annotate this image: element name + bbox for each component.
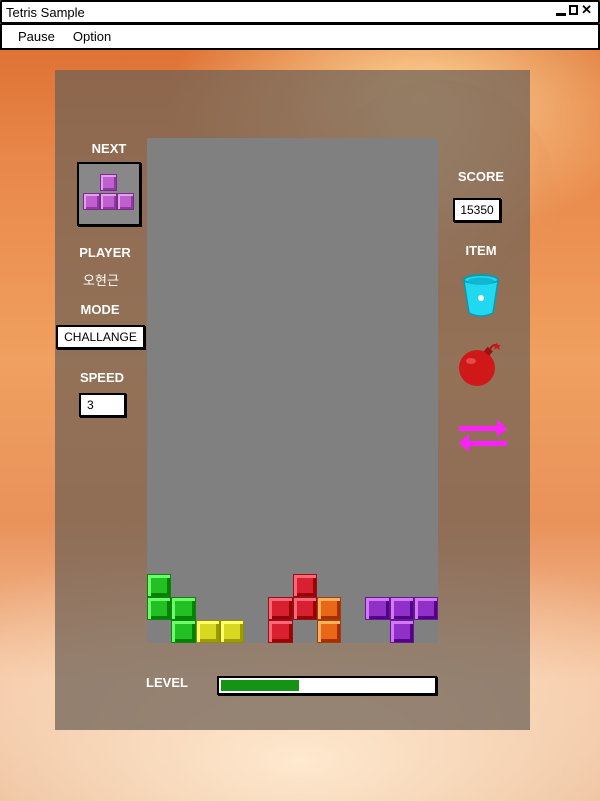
player-label: PLAYER: [79, 245, 131, 260]
game-board[interactable]: [147, 138, 438, 643]
board-block: [292, 597, 317, 621]
minimize-icon[interactable]: [556, 12, 567, 16]
window-controls: ✕: [556, 3, 592, 16]
next-piece-preview: [77, 162, 141, 226]
next-piece-block: [83, 193, 100, 210]
board-block: [147, 597, 172, 621]
speed-label: SPEED: [79, 370, 125, 385]
board-block: [268, 597, 293, 621]
board-block: [365, 597, 390, 621]
board-block: [316, 597, 341, 621]
bomb-icon[interactable]: [457, 340, 505, 388]
maximize-icon[interactable]: [569, 5, 579, 15]
menu-item-option[interactable]: Option: [73, 29, 111, 44]
board-block: [268, 620, 293, 643]
next-piece-block: [100, 174, 117, 191]
item-label: ITEM: [465, 243, 497, 258]
board-block: [292, 574, 317, 598]
board-block: [219, 620, 244, 643]
player-name: 오현근: [83, 273, 119, 288]
board-block: [147, 574, 172, 598]
level-progress-bar: [217, 676, 437, 695]
board-block: [389, 597, 414, 621]
mode-field[interactable]: CHALLANGE: [56, 325, 145, 349]
speed-field[interactable]: 3: [79, 393, 126, 417]
next-label: NEXT: [91, 141, 127, 156]
close-icon[interactable]: ✕: [581, 3, 592, 16]
next-piece-block: [100, 193, 117, 210]
game-panel: NEXT PLAYER 오현근 MODE CHALLANGE SPEED 3 S…: [55, 70, 530, 730]
mode-label: MODE: [80, 302, 120, 317]
bucket-icon[interactable]: [461, 273, 501, 319]
board-block: [171, 597, 196, 621]
window-titlebar: Tetris Sample ✕: [0, 0, 600, 24]
board-block: [413, 597, 438, 621]
next-piece-block: [117, 193, 134, 210]
score-label: SCORE: [457, 169, 505, 184]
menu-item-pause[interactable]: Pause: [18, 29, 55, 44]
window-title: Tetris Sample: [6, 4, 85, 20]
level-label: LEVEL: [146, 675, 188, 690]
swap-arrows-icon[interactable]: [457, 415, 509, 455]
level-progress-fill: [221, 680, 299, 691]
score-field: 15350: [453, 198, 501, 222]
menu-bar: Pause Option: [0, 24, 600, 50]
board-block: [171, 620, 196, 643]
board-block: [389, 620, 414, 643]
board-block: [195, 620, 220, 643]
board-block: [316, 620, 341, 643]
